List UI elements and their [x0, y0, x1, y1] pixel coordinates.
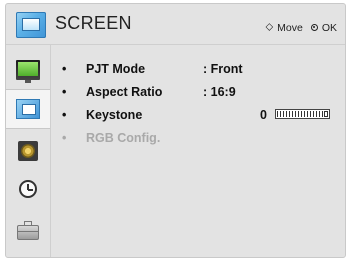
sidebar-item-audio[interactable]	[6, 131, 50, 171]
slider-ticks	[277, 111, 323, 117]
menu-item-rgb-config: • RGB Config.	[62, 131, 345, 154]
bullet: •	[62, 62, 67, 76]
menu-item-label: PJT Mode	[86, 62, 146, 76]
clock-icon	[19, 180, 37, 198]
sidebar-item-screen[interactable]	[6, 89, 50, 129]
menu-item-keystone[interactable]: • Keystone 0	[62, 108, 345, 131]
menu-item-pjt-mode[interactable]: • PJT Mode : Front	[62, 62, 345, 85]
menu-item-label: Keystone	[86, 108, 143, 122]
settings-list: • PJT Mode : Front • Aspect Ratio : 16:9…	[62, 62, 345, 154]
ok-icon	[310, 24, 318, 31]
screen-icon	[16, 12, 46, 38]
menu-item-label: RGB Config.	[86, 131, 161, 145]
menu-item-label: Aspect Ratio	[86, 85, 163, 99]
move-icon: ⬦	[265, 21, 274, 33]
picture-icon	[16, 60, 40, 83]
keystone-slider[interactable]	[275, 109, 330, 119]
menu-header: SCREEN ⬦ Move OK	[6, 4, 345, 45]
sidebar-item-option[interactable]	[6, 210, 50, 250]
menu-item-value: : 16:9	[203, 85, 236, 99]
page-title: SCREEN	[55, 13, 132, 33]
bullet: •	[62, 131, 67, 145]
key-hints: ⬦ Move OK	[265, 21, 337, 34]
slider-end-cap	[324, 111, 328, 117]
screen-icon	[16, 99, 40, 119]
bullet: •	[62, 85, 67, 99]
bullet: •	[62, 108, 67, 122]
ok-hint-label: OK	[321, 21, 337, 34]
audio-icon	[18, 141, 38, 161]
move-hint-label: Move	[277, 21, 303, 34]
menu-item-aspect-ratio[interactable]: • Aspect Ratio : 16:9	[62, 85, 345, 108]
sidebar-item-picture[interactable]	[6, 50, 50, 90]
screen-menu-panel: SCREEN ⬦ Move OK • PJT Mode : Front • As…	[5, 3, 346, 258]
menu-item-value: : Front	[203, 62, 243, 76]
category-sidebar	[6, 45, 51, 257]
sidebar-item-time[interactable]	[6, 169, 50, 209]
option-icon	[17, 220, 39, 240]
keystone-value: 0	[260, 108, 267, 122]
